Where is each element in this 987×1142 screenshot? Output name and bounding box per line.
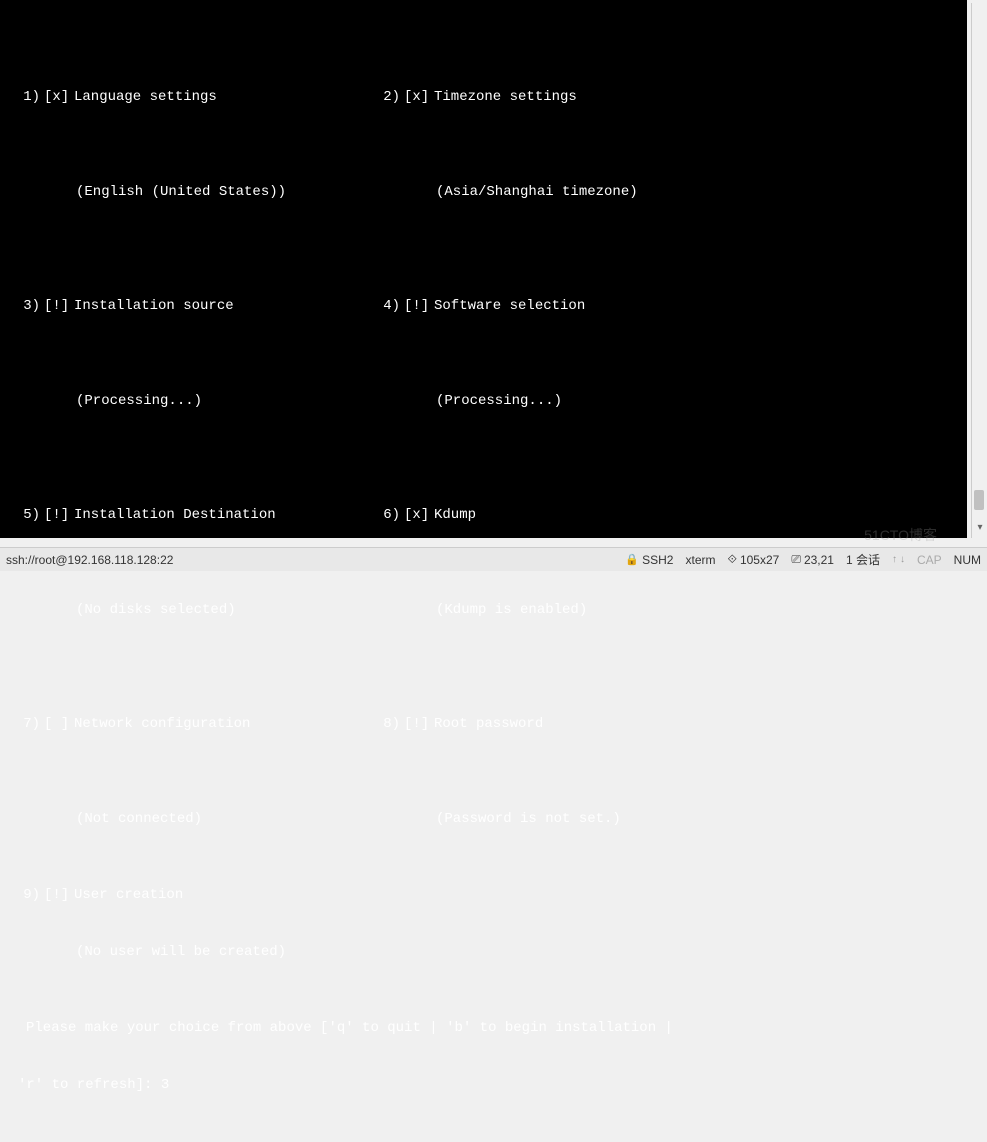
menu-detail-9: (No user will be created) <box>8 943 959 962</box>
protocol-indicator: 🔒 SSH2 <box>625 553 673 567</box>
scroll-track[interactable]: ▾ <box>972 3 987 538</box>
menu-option-6[interactable]: 6) [x]Kdump <box>368 506 959 525</box>
menu-option-8[interactable]: 8) [!]Root password <box>368 715 959 734</box>
menu-detail-4: (Processing...) <box>368 392 959 411</box>
caps-indicator: CAP <box>917 553 942 567</box>
install-menu-row-4: 7) [ ]Network configuration 8) [!]Root p… <box>8 677 959 772</box>
install-menu-row-2: 3) [!]Installation source 4) [!]Software… <box>8 259 959 354</box>
cursor-position: ⎚ 23,21 <box>791 552 834 567</box>
menu-detail-5: (No disks selected) <box>8 601 368 620</box>
menu-detail-3: (Processing...) <box>8 392 368 411</box>
position-icon: ⎚ <box>791 552 801 567</box>
menu-option-9[interactable]: 9) [!]User creation <box>8 886 959 905</box>
menu-option-4[interactable]: 4) [!]Software selection <box>368 297 959 316</box>
arrow-down-icon[interactable]: ↓ <box>900 554 905 565</box>
menu-option-3[interactable]: 3) [!]Installation source <box>8 297 368 316</box>
connection-string: ssh://root@192.168.118.128:22 <box>6 553 625 567</box>
nav-arrows[interactable]: ↑↓ <box>892 554 905 565</box>
menu-option-5[interactable]: 5) [!]Installation Destination <box>8 506 368 525</box>
resize-icon: ⟐ <box>727 552 736 567</box>
menu-detail-2: (Asia/Shanghai timezone) <box>368 183 959 202</box>
menu-detail-6: (Kdump is enabled) <box>368 601 959 620</box>
menu-detail-8: (Password is not set.) <box>368 810 959 829</box>
session-count: 1 会话 <box>846 551 880 568</box>
num-indicator: NUM <box>954 553 981 567</box>
install-menu-row-2-detail: (Processing...) (Processing...) <box>8 392 959 411</box>
watermark-text: 51CTO博客 <box>864 525 937 545</box>
install-menu-row-4-detail: (Not connected) (Password is not set.) <box>8 810 959 829</box>
menu-option-1[interactable]: 1) [x]Language settings <box>8 88 368 107</box>
scroll-down-arrow-icon[interactable]: ▾ <box>972 522 987 538</box>
install-menu-row-1: 1) [x]Language settings 2) [x]Timezone s… <box>8 50 959 145</box>
scroll-thumb[interactable] <box>974 490 984 510</box>
terminal-size: ⟐ 105x27 <box>727 552 779 567</box>
menu-option-2[interactable]: 2) [x]Timezone settings <box>368 88 959 107</box>
terminal-type: xterm <box>685 553 715 567</box>
arrow-up-icon[interactable]: ↑ <box>892 554 897 565</box>
lock-icon: 🔒 <box>625 553 639 566</box>
install-menu-row-3-detail: (No disks selected) (Kdump is enabled) <box>8 601 959 620</box>
main-prompt-line-1: Please make your choice from above ['q' … <box>8 1019 959 1038</box>
menu-detail-7: (Not connected) <box>8 810 368 829</box>
status-bar: ssh://root@192.168.118.128:22 🔒 SSH2 xte… <box>0 547 987 571</box>
menu-option-7[interactable]: 7) [ ]Network configuration <box>8 715 368 734</box>
main-prompt-line-2: 'r' to refresh]: 3 <box>8 1076 959 1095</box>
terminal-window[interactable]: 1) [x]Language settings 2) [x]Timezone s… <box>0 0 967 538</box>
menu-detail-1: (English (United States)) <box>8 183 368 202</box>
install-menu-row-1-detail: (English (United States)) (Asia/Shanghai… <box>8 183 959 202</box>
vertical-scrollbar[interactable]: ▾ <box>971 3 987 538</box>
